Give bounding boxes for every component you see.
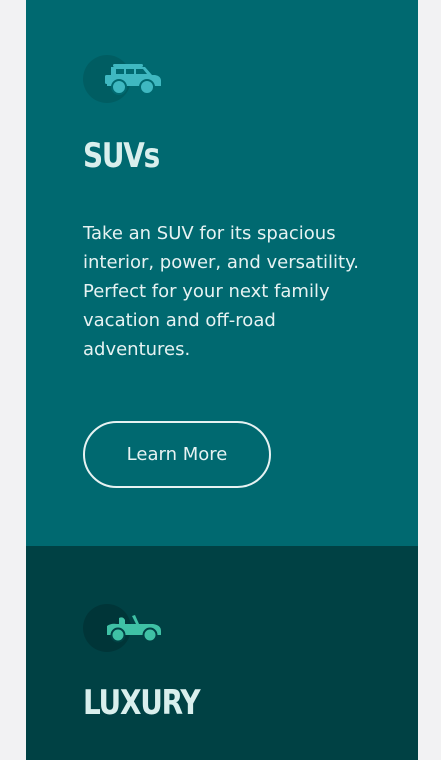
card-luxury: LUXURY: [26, 546, 418, 760]
card-title: LUXURY: [83, 683, 201, 723]
suv-icon: [105, 64, 161, 95]
suv-icon-badge: [83, 55, 163, 105]
card-suvs: SUVs Take an SUV for its spacious interi…: [26, 0, 418, 546]
luxury-icon-badge: [83, 604, 163, 654]
card-description: Take an SUV for its spacious interior, p…: [83, 223, 359, 360]
car-category-cards: SUVs Take an SUV for its spacious interi…: [26, 0, 418, 760]
card-title: SUVs: [83, 136, 160, 176]
learn-more-button[interactable]: Learn More: [83, 421, 271, 488]
convertible-car-icon: [107, 615, 161, 643]
